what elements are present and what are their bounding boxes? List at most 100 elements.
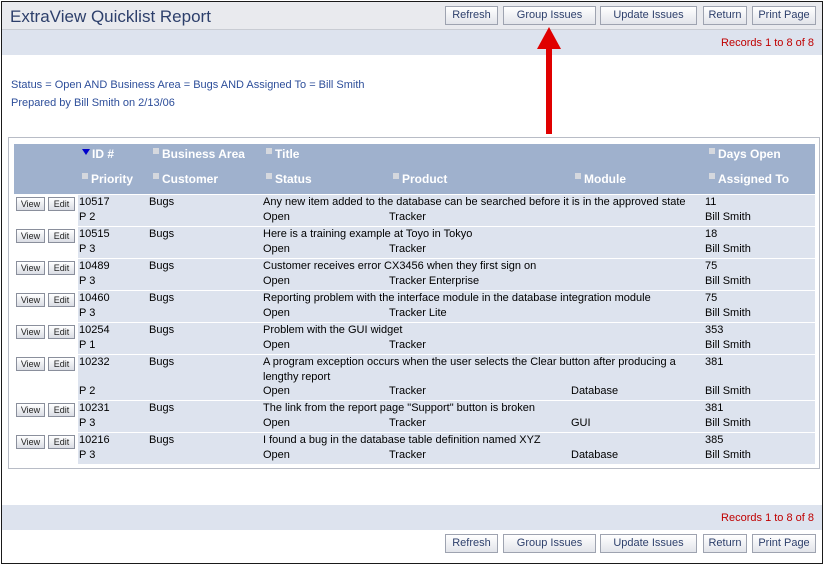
- assigned-to: Bill Smith: [705, 243, 751, 255]
- issue-id: 10216: [79, 434, 110, 446]
- status: Open: [263, 275, 290, 287]
- assigned-to: Bill Smith: [705, 211, 751, 223]
- column-header-priority[interactable]: Priority: [82, 172, 133, 186]
- view-button[interactable]: View: [16, 229, 45, 243]
- column-header-business-area[interactable]: Business Area: [153, 147, 245, 161]
- issue-id: 10517: [79, 196, 110, 208]
- edit-button[interactable]: Edit: [48, 325, 75, 339]
- status: Open: [263, 339, 290, 351]
- return-button-top[interactable]: Return: [703, 6, 747, 25]
- column-square-icon: [266, 148, 272, 154]
- column-header-module[interactable]: Module: [575, 172, 626, 186]
- issue-title: Customer receives error CX3456 when they…: [263, 260, 537, 272]
- view-button[interactable]: View: [16, 357, 45, 371]
- assigned-to: Bill Smith: [705, 307, 751, 319]
- column-header-id[interactable]: ID #: [82, 147, 114, 161]
- product: Tracker: [389, 243, 426, 255]
- product: Tracker: [389, 417, 426, 429]
- records-bar-bottom: Records 1 to 8 of 8: [2, 505, 822, 530]
- business-area: Bugs: [149, 196, 175, 208]
- red-arrow-annotation: [546, 46, 552, 134]
- column-header-product[interactable]: Product: [393, 172, 447, 186]
- days-open: 11: [705, 196, 717, 208]
- group-issues-button-top[interactable]: Group Issues: [503, 6, 596, 25]
- business-area: Bugs: [149, 324, 175, 336]
- edit-button[interactable]: Edit: [48, 403, 75, 417]
- issue-title: Problem with the GUI widget: [263, 324, 403, 336]
- business-area: Bugs: [149, 402, 175, 414]
- update-issues-button-top[interactable]: Update Issues: [600, 6, 697, 25]
- module: GUI: [571, 417, 591, 429]
- refresh-button-bottom[interactable]: Refresh: [445, 534, 498, 553]
- days-open: 75: [705, 260, 718, 272]
- product: Tracker: [389, 385, 426, 397]
- edit-button[interactable]: Edit: [48, 261, 75, 275]
- edit-button[interactable]: Edit: [48, 357, 75, 371]
- edit-button[interactable]: Edit: [48, 435, 75, 449]
- assigned-to: Bill Smith: [705, 417, 751, 429]
- table-row: View Edit 10489 Bugs Customer receives error…: [14, 259, 815, 290]
- update-issues-button-bottom[interactable]: Update Issues: [600, 534, 697, 553]
- view-button[interactable]: View: [16, 403, 45, 417]
- issue-title: I found a bug in the database table defi…: [263, 434, 541, 446]
- days-open: 75: [705, 292, 718, 304]
- module: Database: [571, 385, 619, 397]
- refresh-button-top[interactable]: Refresh: [445, 6, 498, 25]
- print-page-button-top[interactable]: Print Page: [752, 6, 816, 25]
- column-square-icon: [153, 148, 159, 154]
- priority: P 2: [79, 211, 96, 223]
- view-button[interactable]: View: [16, 293, 45, 307]
- view-button[interactable]: View: [16, 325, 45, 339]
- print-page-button-bottom[interactable]: Print Page: [752, 534, 816, 553]
- status: Open: [263, 449, 290, 461]
- business-area: Bugs: [149, 434, 175, 446]
- column-header-title[interactable]: Title: [266, 147, 299, 161]
- days-open: 353: [705, 324, 724, 336]
- edit-button[interactable]: Edit: [48, 197, 75, 211]
- edit-button[interactable]: Edit: [48, 293, 75, 307]
- column-square-icon: [153, 173, 159, 179]
- business-area: Bugs: [149, 292, 175, 304]
- column-square-icon: [393, 173, 399, 179]
- days-open: 381: [705, 402, 724, 414]
- group-issues-button-bottom[interactable]: Group Issues: [503, 534, 596, 553]
- priority: P 3: [79, 243, 96, 255]
- issue-title: A program exception occurs when the user…: [263, 356, 676, 383]
- product: Tracker Lite: [389, 307, 447, 319]
- priority: P 3: [79, 307, 96, 319]
- status: Open: [263, 211, 290, 223]
- records-bar-top: Records 1 to 8 of 8: [2, 30, 822, 55]
- view-button[interactable]: View: [16, 197, 45, 211]
- issue-id: 10460: [79, 292, 110, 304]
- product: Tracker: [389, 449, 426, 461]
- view-button[interactable]: View: [16, 261, 45, 275]
- table-row: View Edit 10216 Bugs I found a bug in the da…: [14, 433, 815, 464]
- priority: P 3: [79, 275, 96, 287]
- issue-id: 10254: [79, 324, 110, 336]
- status: Open: [263, 385, 290, 397]
- column-header-days-open[interactable]: Days Open: [709, 147, 781, 161]
- page-title: ExtraView Quicklist Report: [10, 7, 211, 26]
- column-header-customer[interactable]: Customer: [153, 172, 218, 186]
- product: Tracker: [389, 339, 426, 351]
- column-header-assigned-to[interactable]: Assigned To: [709, 172, 789, 186]
- column-square-icon: [709, 173, 715, 179]
- red-arrow-head: [537, 27, 561, 49]
- business-area: Bugs: [149, 260, 175, 272]
- view-button[interactable]: View: [16, 435, 45, 449]
- issue-id: 10489: [79, 260, 110, 272]
- assigned-to: Bill Smith: [705, 449, 751, 461]
- return-button-bottom[interactable]: Return: [703, 534, 747, 553]
- column-header-status[interactable]: Status: [266, 172, 312, 186]
- issue-title: The link from the report page "Support" …: [263, 402, 535, 414]
- status: Open: [263, 417, 290, 429]
- priority: P 1: [79, 339, 96, 351]
- sort-descending-icon: [82, 149, 90, 155]
- priority: P 2: [79, 385, 96, 397]
- days-open: 385: [705, 434, 724, 446]
- issue-title: Any new item added to the database can b…: [263, 196, 686, 208]
- issue-id: 10515: [79, 228, 110, 240]
- issue-title: Reporting problem with the interface mod…: [263, 292, 651, 304]
- column-square-icon: [266, 173, 272, 179]
- edit-button[interactable]: Edit: [48, 229, 75, 243]
